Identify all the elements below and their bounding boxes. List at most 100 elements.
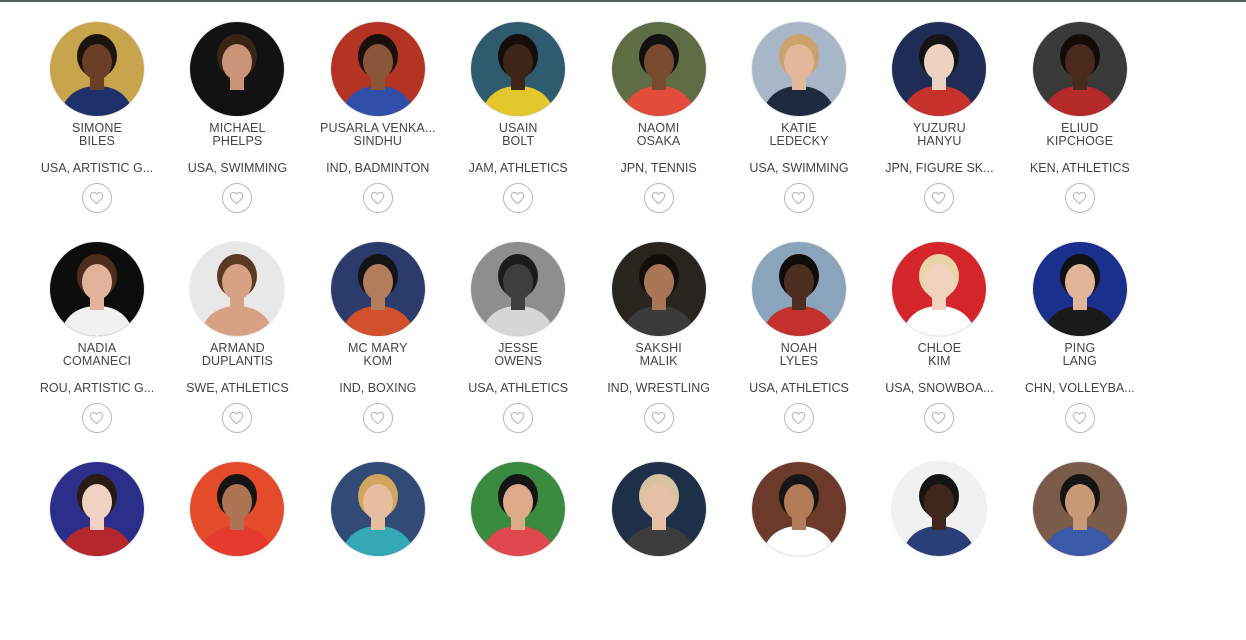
athlete-avatar[interactable] xyxy=(611,462,706,556)
athlete-avatar[interactable] xyxy=(50,242,144,336)
athlete-name[interactable]: NADIA COMANECI xyxy=(27,342,167,368)
athlete-country-sport: JPN, TENNIS xyxy=(620,161,697,175)
athlete-card[interactable]: MICHAEL PHELPS USA, SWIMMING xyxy=(167,0,307,213)
athlete-last-name: HANYU xyxy=(917,135,962,148)
athlete-name[interactable]: SIMONE BILES xyxy=(27,122,167,148)
athlete-name[interactable]: CHLOE KIM xyxy=(869,342,1009,368)
athlete-avatar[interactable] xyxy=(1032,22,1127,116)
athlete-country-sport: USA, ARTISTIC G... xyxy=(40,161,154,175)
favorite-button[interactable] xyxy=(222,403,253,433)
athlete-avatar[interactable] xyxy=(752,22,846,116)
athlete-name[interactable]: ARMAND DUPLANTIS xyxy=(167,342,307,368)
favorite-button[interactable] xyxy=(82,183,112,213)
favorite-button[interactable] xyxy=(503,183,534,213)
athlete-first-name: NAOMI xyxy=(637,122,680,135)
athlete-avatar[interactable] xyxy=(892,22,987,116)
athlete-card[interactable]: ARMAND DUPLANTIS SWE, ATHLETICS xyxy=(167,220,307,433)
favorite-button[interactable] xyxy=(362,183,393,213)
athlete-name[interactable]: KATIE LEDECKY xyxy=(729,122,869,148)
athlete-card[interactable]: YUZURU HANYU JPN, FIGURE SK... xyxy=(869,0,1009,213)
athlete-name[interactable]: USAIN BOLT xyxy=(448,122,588,148)
athlete-card[interactable]: USAIN BOLT JAM, ATHLETICS xyxy=(448,0,588,213)
athlete-avatar[interactable] xyxy=(190,462,285,556)
athlete-avatar[interactable] xyxy=(611,22,706,116)
athlete-photo-icon xyxy=(471,22,566,116)
athlete-card[interactable]: JESSE OWENS USA, ATHLETICS xyxy=(448,220,588,433)
athlete-name[interactable]: SAKSHI MALIK xyxy=(589,342,729,368)
athlete-card[interactable] xyxy=(589,440,729,640)
favorite-button[interactable] xyxy=(784,403,814,433)
athlete-first-name: ARMAND xyxy=(210,342,265,355)
athlete-last-name: BILES xyxy=(79,135,115,148)
athlete-photo-icon xyxy=(1032,462,1127,556)
athlete-avatar[interactable] xyxy=(330,462,425,556)
athlete-name[interactable]: NAOMI OSAKA xyxy=(589,122,729,148)
athlete-name[interactable]: ELIUD KIPCHOGE xyxy=(1010,122,1150,148)
athlete-photo-icon xyxy=(330,22,425,116)
athlete-avatar[interactable] xyxy=(330,242,425,336)
athlete-card[interactable]: MC MARY KOM IND, BOXING xyxy=(308,220,448,433)
athlete-card[interactable] xyxy=(729,440,869,640)
athlete-last-name: LANG xyxy=(1062,355,1098,368)
athlete-photo-icon xyxy=(330,462,425,556)
athlete-avatar[interactable] xyxy=(330,22,425,116)
heart-icon xyxy=(651,191,665,205)
athlete-card[interactable]: SIMONE BILES USA, ARTISTIC G... xyxy=(27,0,167,213)
athlete-card[interactable] xyxy=(27,440,167,640)
athlete-first-name: PUSARLA VENKA... xyxy=(320,122,436,135)
athlete-avatar[interactable] xyxy=(611,242,706,336)
athlete-avatar[interactable] xyxy=(190,242,285,336)
athlete-avatar[interactable] xyxy=(892,462,987,556)
athlete-name[interactable]: MICHAEL PHELPS xyxy=(167,122,307,148)
athlete-card[interactable]: ELIUD KIPCHOGE KEN, ATHLETICS xyxy=(1010,0,1150,213)
favorite-button[interactable] xyxy=(82,403,112,433)
athlete-name[interactable]: JESSE OWENS xyxy=(448,342,588,368)
athlete-card[interactable]: SAKSHI MALIK IND, WRESTLING xyxy=(589,220,729,433)
athlete-avatar[interactable] xyxy=(892,242,987,336)
athlete-avatar[interactable] xyxy=(471,22,566,116)
heart-icon xyxy=(89,191,104,205)
favorite-button[interactable] xyxy=(1064,183,1095,213)
athlete-photo-icon xyxy=(50,462,144,556)
athlete-name[interactable]: PING LANG xyxy=(1010,342,1150,368)
athlete-card[interactable]: CHLOE KIM USA, SNOWBOA... xyxy=(869,220,1009,433)
athlete-avatar[interactable] xyxy=(471,462,566,556)
favorite-button[interactable] xyxy=(643,183,674,213)
athlete-avatar[interactable] xyxy=(752,242,846,336)
favorite-button[interactable] xyxy=(643,403,674,433)
athlete-avatar[interactable] xyxy=(1032,462,1127,556)
favorite-button[interactable] xyxy=(784,183,814,213)
athlete-avatar[interactable] xyxy=(1032,242,1127,336)
athlete-card[interactable]: PING LANG CHN, VOLLEYBA... xyxy=(1010,220,1150,433)
favorite-button[interactable] xyxy=(222,183,253,213)
athlete-avatar[interactable] xyxy=(190,22,285,116)
favorite-button[interactable] xyxy=(924,183,955,213)
athlete-name[interactable]: MC MARY KOM xyxy=(308,342,448,368)
athlete-card[interactable] xyxy=(869,440,1009,640)
athlete-card[interactable]: NOAH LYLES USA, ATHLETICS xyxy=(729,220,869,433)
athlete-card[interactable] xyxy=(1010,440,1150,640)
favorite-button[interactable] xyxy=(924,403,955,433)
athlete-card[interactable] xyxy=(308,440,448,640)
athlete-card[interactable] xyxy=(448,440,588,640)
athlete-card[interactable]: NADIA COMANECI ROU, ARTISTIC G... xyxy=(27,220,167,433)
athlete-name[interactable]: PUSARLA VENKA... SINDHU xyxy=(308,122,448,148)
athlete-country-sport: USA, SNOWBOA... xyxy=(885,381,994,395)
athlete-card[interactable] xyxy=(167,440,307,640)
heart-icon xyxy=(510,411,525,425)
athlete-card[interactable]: PUSARLA VENKA... SINDHU IND, BADMINTON xyxy=(308,0,448,213)
athlete-avatar[interactable] xyxy=(50,22,144,116)
athlete-name[interactable]: YUZURU HANYU xyxy=(869,122,1009,148)
athlete-avatar[interactable] xyxy=(50,462,144,556)
athlete-photo-icon xyxy=(471,242,566,336)
favorite-button[interactable] xyxy=(1064,403,1095,433)
athlete-country-sport: USA, ATHLETICS xyxy=(749,381,849,395)
athlete-card[interactable]: KATIE LEDECKY USA, SWIMMING xyxy=(729,0,869,213)
athlete-last-name: LEDECKY xyxy=(769,135,829,148)
athlete-avatar[interactable] xyxy=(471,242,566,336)
favorite-button[interactable] xyxy=(362,403,393,433)
favorite-button[interactable] xyxy=(503,403,534,433)
athlete-avatar[interactable] xyxy=(752,462,846,556)
athlete-name[interactable]: NOAH LYLES xyxy=(729,342,869,368)
athlete-card[interactable]: NAOMI OSAKA JPN, TENNIS xyxy=(589,0,729,213)
